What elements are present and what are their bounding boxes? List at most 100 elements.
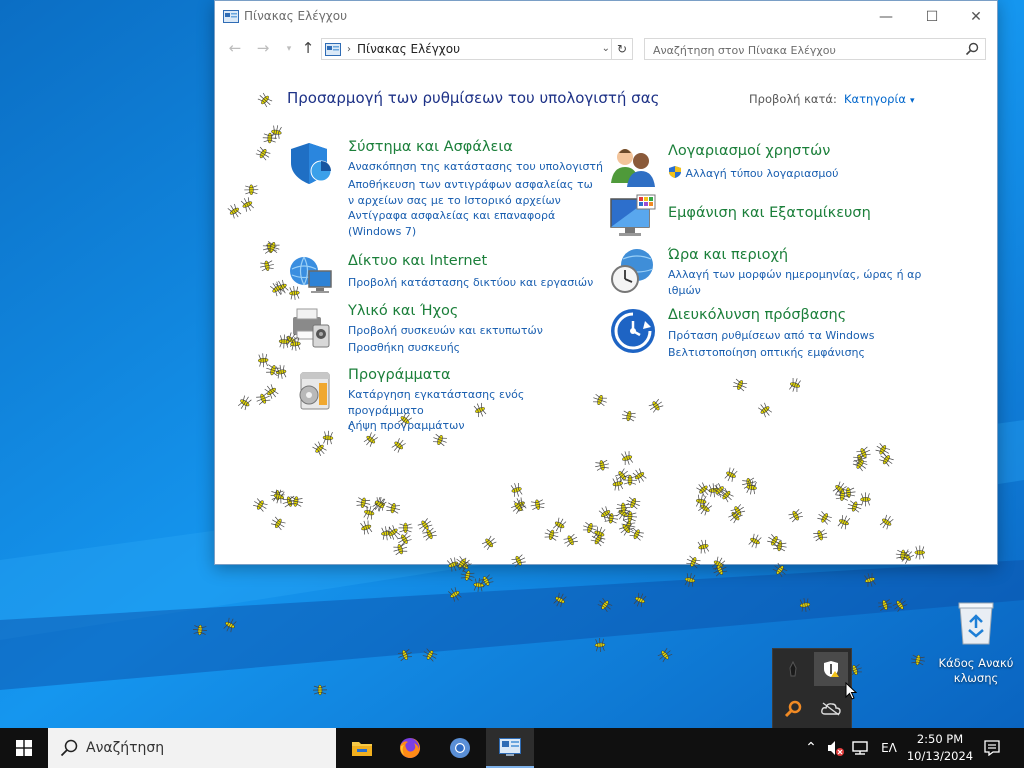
close-button[interactable]: ✕ <box>953 1 999 32</box>
network-icon[interactable] <box>287 253 335 301</box>
ant-app-icon <box>789 661 797 677</box>
category-link[interactable]: Προβολή κατάστασης δικτύου και εργασιών <box>348 275 593 291</box>
minimize-button[interactable]: — <box>863 1 909 32</box>
volume-muted-icon[interactable] <box>823 728 847 768</box>
search-icon[interactable] <box>965 42 979 56</box>
tray-item-ant[interactable] <box>776 652 810 686</box>
category-ease-of-access: Διευκόλυνση πρόσβασης Πρόταση ρυθμίσεων … <box>609 307 949 367</box>
ant-icon <box>422 648 438 662</box>
taskbar-chromium[interactable] <box>436 728 484 768</box>
title-bar[interactable]: Πίνακας Ελέγχου — ☐ ✕ <box>215 1 997 32</box>
refresh-button[interactable]: ↻ <box>611 39 632 59</box>
ant-icon <box>192 624 208 636</box>
language-indicator[interactable]: ΕΛ <box>876 728 902 768</box>
category-link[interactable]: Προσθήκη συσκευής <box>348 340 460 356</box>
category-link[interactable]: Αλλαγή τύπου λογαριασμού <box>668 165 839 182</box>
search-icon <box>60 739 78 757</box>
programs-icon[interactable] <box>287 367 335 415</box>
breadcrumb[interactable]: Πίνακας Ελέγχου <box>357 42 460 56</box>
taskbar-search-input[interactable] <box>86 740 326 756</box>
users-icon[interactable] <box>609 143 657 191</box>
address-bar[interactable]: › Πίνακας Ελέγχου ⌄ ↻ <box>321 38 633 60</box>
start-button[interactable] <box>0 728 48 768</box>
view-by-value: Κατηγορία <box>844 92 906 106</box>
category-title[interactable]: Ώρα και περιοχή <box>668 247 788 263</box>
network-tray-icon[interactable] <box>848 728 872 768</box>
printer-icon[interactable] <box>287 303 335 351</box>
search-box[interactable] <box>644 38 986 60</box>
category-link[interactable]: Προβολή συσκευών και εκτυπωτών <box>348 323 543 339</box>
chromium-icon <box>450 738 470 758</box>
clock-globe-icon[interactable] <box>609 247 657 295</box>
taskbar-control-panel[interactable] <box>486 728 534 768</box>
action-center-button[interactable] <box>978 728 1006 768</box>
category-network-internet: Δίκτυο και Internet Προβολή κατάστασης δ… <box>287 253 607 301</box>
category-title[interactable]: Εμφάνιση και Εξατομίκευση <box>668 205 871 221</box>
taskbar-firefox[interactable] <box>386 728 434 768</box>
ant-icon <box>878 599 892 611</box>
tray-item-onedrive[interactable] <box>814 692 848 726</box>
category-link[interactable]: Αντίγραφα ασφαλείας και επαναφορά (Windo… <box>348 208 588 240</box>
taskbar-file-explorer[interactable] <box>338 728 386 768</box>
ant-icon <box>597 597 613 613</box>
category-link[interactable]: Λήψη προγραμμάτων <box>348 418 465 434</box>
category-link[interactable]: Ανασκόπηση της κατάστασης του υπολογιστή <box>348 159 603 175</box>
category-title[interactable]: Διευκόλυνση πρόσβασης <box>668 307 846 323</box>
mouse-cursor-icon <box>845 682 857 700</box>
control-panel-icon <box>223 10 239 23</box>
tray-item-search[interactable] <box>776 692 810 726</box>
ant-icon <box>799 598 811 612</box>
windows-logo-icon <box>16 740 32 756</box>
notification-icon <box>984 740 1000 756</box>
ant-icon <box>460 569 475 582</box>
ant-icon <box>684 573 696 587</box>
ant-icon <box>911 654 925 666</box>
taskbar: ⌃ ΕΛ 2:50 PM 10/13/2024 <box>0 728 1024 768</box>
category-user-accounts: Λογαριασμοί χρηστών Αλλαγή τύπου λογαρια… <box>609 143 949 191</box>
recycle-bin-label: Κάδος Ανακύ κλωσης <box>938 656 1014 685</box>
chevron-down-icon: ▾ <box>909 96 915 106</box>
ant-icon <box>633 592 647 608</box>
search-input[interactable] <box>653 41 953 60</box>
shield-icon[interactable] <box>287 139 335 187</box>
clock-time: 2:50 PM <box>916 732 964 746</box>
forward-button[interactable]: → <box>252 39 274 57</box>
show-hidden-icons-button[interactable]: ⌃ <box>800 728 822 768</box>
control-panel-window: Πίνακας Ελέγχου — ☐ ✕ ← → ▾ ↑ › Πίνακας … <box>214 0 998 565</box>
category-title[interactable]: Σύστημα και Ασφάλεια <box>348 139 513 155</box>
category-link[interactable]: Πρόταση ρυθμίσεων από τα Windows <box>668 328 874 344</box>
network-wired-icon <box>852 741 868 755</box>
category-link[interactable]: Αποθήκευση των αντιγράφων ασφαλείας τω ν… <box>348 177 598 209</box>
category-link-text: Αλλαγή τύπου λογαριασμού <box>685 167 839 180</box>
ant-icon <box>553 592 567 608</box>
category-link[interactable]: Αλλαγή των μορφών ημερομηνίας, ώρας ή αρ… <box>668 267 928 299</box>
recycle-bin[interactable]: Κάδος Ανακύ κλωσης <box>934 600 1018 686</box>
ant-icon <box>892 597 908 613</box>
recycle-bin-icon <box>958 602 994 645</box>
category-title[interactable]: Υλικό και Ήχος <box>348 303 458 319</box>
accessibility-icon[interactable] <box>609 307 657 355</box>
clock[interactable]: 2:50 PM 10/13/2024 <box>904 731 976 765</box>
category-title[interactable]: Δίκτυο και Internet <box>348 253 487 269</box>
chevron-down-icon[interactable]: ⌄ <box>602 43 610 54</box>
breadcrumb-separator[interactable]: › <box>347 44 351 55</box>
maximize-button[interactable]: ☐ <box>909 1 955 32</box>
category-time-region: Ώρα και περιοχή Αλλαγή των μορφών ημερομ… <box>609 247 949 301</box>
ant-icon <box>864 573 876 587</box>
firefox-icon <box>400 737 421 758</box>
taskbar-search[interactable] <box>48 728 336 768</box>
ant-icon <box>312 684 328 696</box>
category-system-security: Σύστημα και Ασφάλεια Ανασκόπηση της κατά… <box>287 139 607 239</box>
back-button[interactable]: ← <box>224 39 246 57</box>
ant-icon <box>448 587 462 602</box>
up-button[interactable]: ↑ <box>297 39 319 57</box>
page-title: Προσαρμογή των ρυθμίσεων του υπολογιστή … <box>287 89 660 107</box>
display-icon[interactable] <box>609 193 657 241</box>
tray-item-security[interactable] <box>814 652 848 686</box>
ant-icon <box>478 574 494 588</box>
category-title[interactable]: Λογαριασμοί χρηστών <box>668 143 830 159</box>
category-link[interactable]: Βελτιστοποίηση οπτικής εμφάνισης <box>668 345 865 361</box>
file-explorer-icon <box>352 742 372 756</box>
category-title[interactable]: Προγράμματα <box>348 367 451 383</box>
view-by-dropdown[interactable]: Κατηγορία ▾ <box>844 92 914 106</box>
